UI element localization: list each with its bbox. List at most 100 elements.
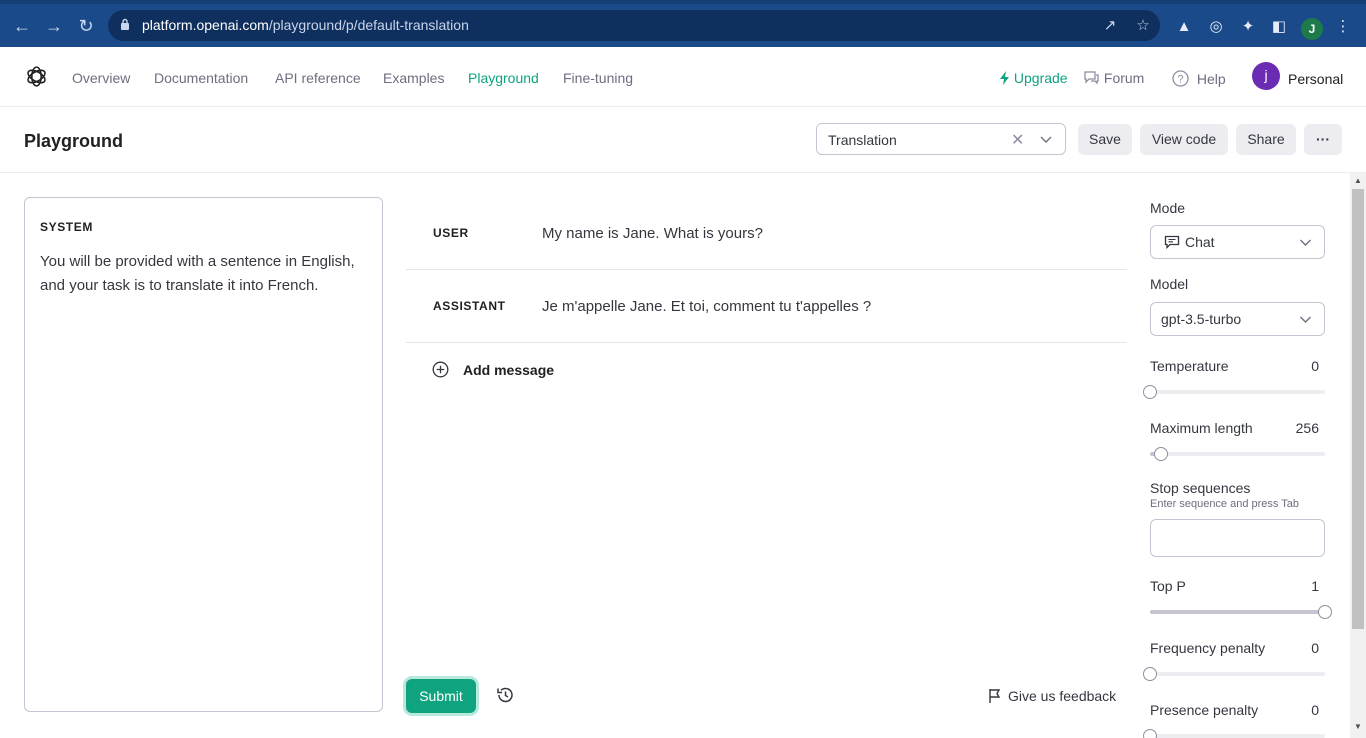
- slider-handle[interactable]: [1143, 729, 1157, 738]
- nav-overview[interactable]: Overview: [72, 70, 130, 86]
- help-link[interactable]: ? Help: [1172, 70, 1226, 87]
- url-path: /playground/p/default-translation: [268, 17, 469, 33]
- history-icon[interactable]: [495, 685, 515, 705]
- slider-handle[interactable]: [1318, 605, 1332, 619]
- bookmark-star-icon[interactable]: ☆: [1135, 18, 1151, 34]
- scrollbar-thumb[interactable]: [1352, 189, 1364, 629]
- submit-button[interactable]: Submit: [406, 679, 476, 713]
- account-name[interactable]: Personal: [1288, 71, 1343, 87]
- mode-select[interactable]: Chat: [1150, 225, 1325, 259]
- nav-fine-tuning[interactable]: Fine-tuning: [563, 70, 633, 86]
- temperature-slider[interactable]: [1143, 385, 1325, 399]
- page-scrollbar[interactable]: ▲ ▼: [1350, 173, 1366, 738]
- system-panel[interactable]: SYSTEM You will be provided with a sente…: [24, 197, 383, 712]
- scroll-up-arrow-icon[interactable]: ▲: [1353, 177, 1363, 185]
- save-button[interactable]: Save: [1078, 124, 1132, 155]
- mode-label: Mode: [1150, 200, 1186, 216]
- stop-sequences-label: Stop sequences: [1150, 480, 1251, 496]
- message-divider: [406, 342, 1127, 343]
- view-code-button[interactable]: View code: [1140, 124, 1228, 155]
- max-length-slider[interactable]: [1150, 447, 1325, 461]
- model-select[interactable]: gpt-3.5-turbo: [1150, 302, 1325, 336]
- back-arrow-icon[interactable]: ←: [12, 16, 32, 36]
- model-value: gpt-3.5-turbo: [1161, 311, 1242, 327]
- lock-icon: [121, 18, 129, 30]
- frequency-penalty-value[interactable]: 0: [1279, 640, 1319, 656]
- feedback-label: Give us feedback: [1008, 688, 1117, 704]
- nav-playground[interactable]: Playground: [468, 70, 539, 86]
- more-options-button[interactable]: ···: [1304, 124, 1342, 155]
- scroll-down-arrow-icon[interactable]: ▼: [1353, 723, 1363, 731]
- presence-penalty-label: Presence penalty: [1150, 702, 1259, 718]
- nav-documentation[interactable]: Documentation: [154, 70, 248, 86]
- nav-api-reference[interactable]: API reference: [275, 70, 361, 86]
- extension-triangle-icon[interactable]: ▲: [1175, 18, 1193, 36]
- chat-bubble-icon: [1164, 235, 1180, 249]
- browser-profile-avatar[interactable]: J: [1301, 18, 1323, 40]
- stop-sequences-hint: Enter sequence and press Tab: [1150, 498, 1300, 510]
- extension-target-icon[interactable]: ◎: [1207, 18, 1225, 36]
- message-divider: [406, 269, 1127, 270]
- frequency-penalty-label: Frequency penalty: [1150, 640, 1266, 656]
- share-page-icon[interactable]: ↗: [1102, 18, 1118, 34]
- page-title: Playground: [24, 131, 124, 151]
- chevron-down-icon[interactable]: [1039, 132, 1053, 146]
- reload-icon[interactable]: ↻: [76, 16, 96, 36]
- url-text[interactable]: platform.openai.com/playground/p/default…: [142, 17, 469, 33]
- forum-label: Forum: [1103, 70, 1145, 86]
- frequency-penalty-slider[interactable]: [1143, 667, 1325, 681]
- playground-header: Playground Translation ✕ Save View code …: [0, 107, 1366, 173]
- message-role[interactable]: USER: [433, 226, 469, 240]
- chevron-down-icon: [1300, 316, 1311, 323]
- top-p-value[interactable]: 1: [1279, 578, 1319, 594]
- svg-text:?: ?: [1177, 74, 1183, 86]
- add-message-label: Add message: [463, 362, 555, 378]
- forum-link[interactable]: Forum: [1083, 70, 1144, 86]
- presence-penalty-value[interactable]: 0: [1279, 702, 1319, 718]
- slider-fill: [1150, 610, 1325, 614]
- slider-handle[interactable]: [1153, 447, 1168, 461]
- preset-select[interactable]: Translation ✕: [816, 123, 1066, 155]
- message-row-user[interactable]: USER My name is Jane. What is yours?: [406, 222, 1127, 252]
- message-text[interactable]: My name is Jane. What is yours?: [542, 225, 763, 242]
- side-panel-icon[interactable]: ◧: [1270, 18, 1288, 36]
- extensions-puzzle-icon[interactable]: ✦: [1239, 18, 1257, 36]
- browser-menu-icon[interactable]: ⋮: [1334, 18, 1352, 36]
- top-navigation: Overview Documentation API reference Exa…: [0, 47, 1366, 107]
- slider-handle[interactable]: [1143, 385, 1157, 399]
- max-length-value[interactable]: 256: [1279, 420, 1319, 436]
- lightning-icon: [1000, 71, 1009, 85]
- slider-handle[interactable]: [1143, 667, 1157, 681]
- presence-penalty-slider[interactable]: [1143, 729, 1325, 738]
- temperature-value[interactable]: 0: [1279, 358, 1319, 374]
- message-row-assistant[interactable]: ASSISTANT Je m'appelle Jane. Et toi, com…: [406, 295, 1127, 325]
- top-p-label: Top P: [1150, 578, 1186, 594]
- url-host: platform.openai.com: [142, 17, 269, 33]
- clear-preset-icon[interactable]: ✕: [1011, 130, 1024, 150]
- forward-arrow-icon[interactable]: →: [44, 16, 64, 36]
- nav-examples[interactable]: Examples: [383, 70, 444, 86]
- browser-toolbar: ← → ↻ platform.openai.com/playground/p/d…: [0, 0, 1366, 47]
- help-label: Help: [1196, 71, 1226, 87]
- preset-value: Translation: [828, 132, 897, 148]
- stop-sequences-input[interactable]: [1150, 519, 1325, 557]
- model-label: Model: [1150, 276, 1189, 292]
- system-prompt-text[interactable]: You will be provided with a sentence in …: [40, 250, 360, 298]
- help-circle-icon: ?: [1172, 70, 1189, 87]
- upgrade-link[interactable]: Upgrade: [999, 70, 1068, 86]
- chat-bubble-icon: [1084, 71, 1099, 85]
- account-avatar[interactable]: j: [1252, 62, 1280, 90]
- max-length-label: Maximum length: [1150, 420, 1253, 436]
- share-button[interactable]: Share: [1236, 124, 1296, 155]
- chevron-down-icon: [1300, 239, 1311, 246]
- top-p-slider[interactable]: [1150, 605, 1332, 619]
- flag-icon: [989, 689, 1001, 703]
- address-bar[interactable]: platform.openai.com/playground/p/default…: [108, 10, 1160, 41]
- message-role[interactable]: ASSISTANT: [433, 299, 506, 313]
- system-label: SYSTEM: [40, 220, 93, 234]
- upgrade-label: Upgrade: [1013, 70, 1068, 86]
- plus-circle-icon: [432, 361, 449, 378]
- temperature-label: Temperature: [1150, 358, 1229, 374]
- message-text[interactable]: Je m'appelle Jane. Et toi, comment tu t'…: [542, 298, 871, 315]
- openai-logo-icon[interactable]: [24, 64, 49, 89]
